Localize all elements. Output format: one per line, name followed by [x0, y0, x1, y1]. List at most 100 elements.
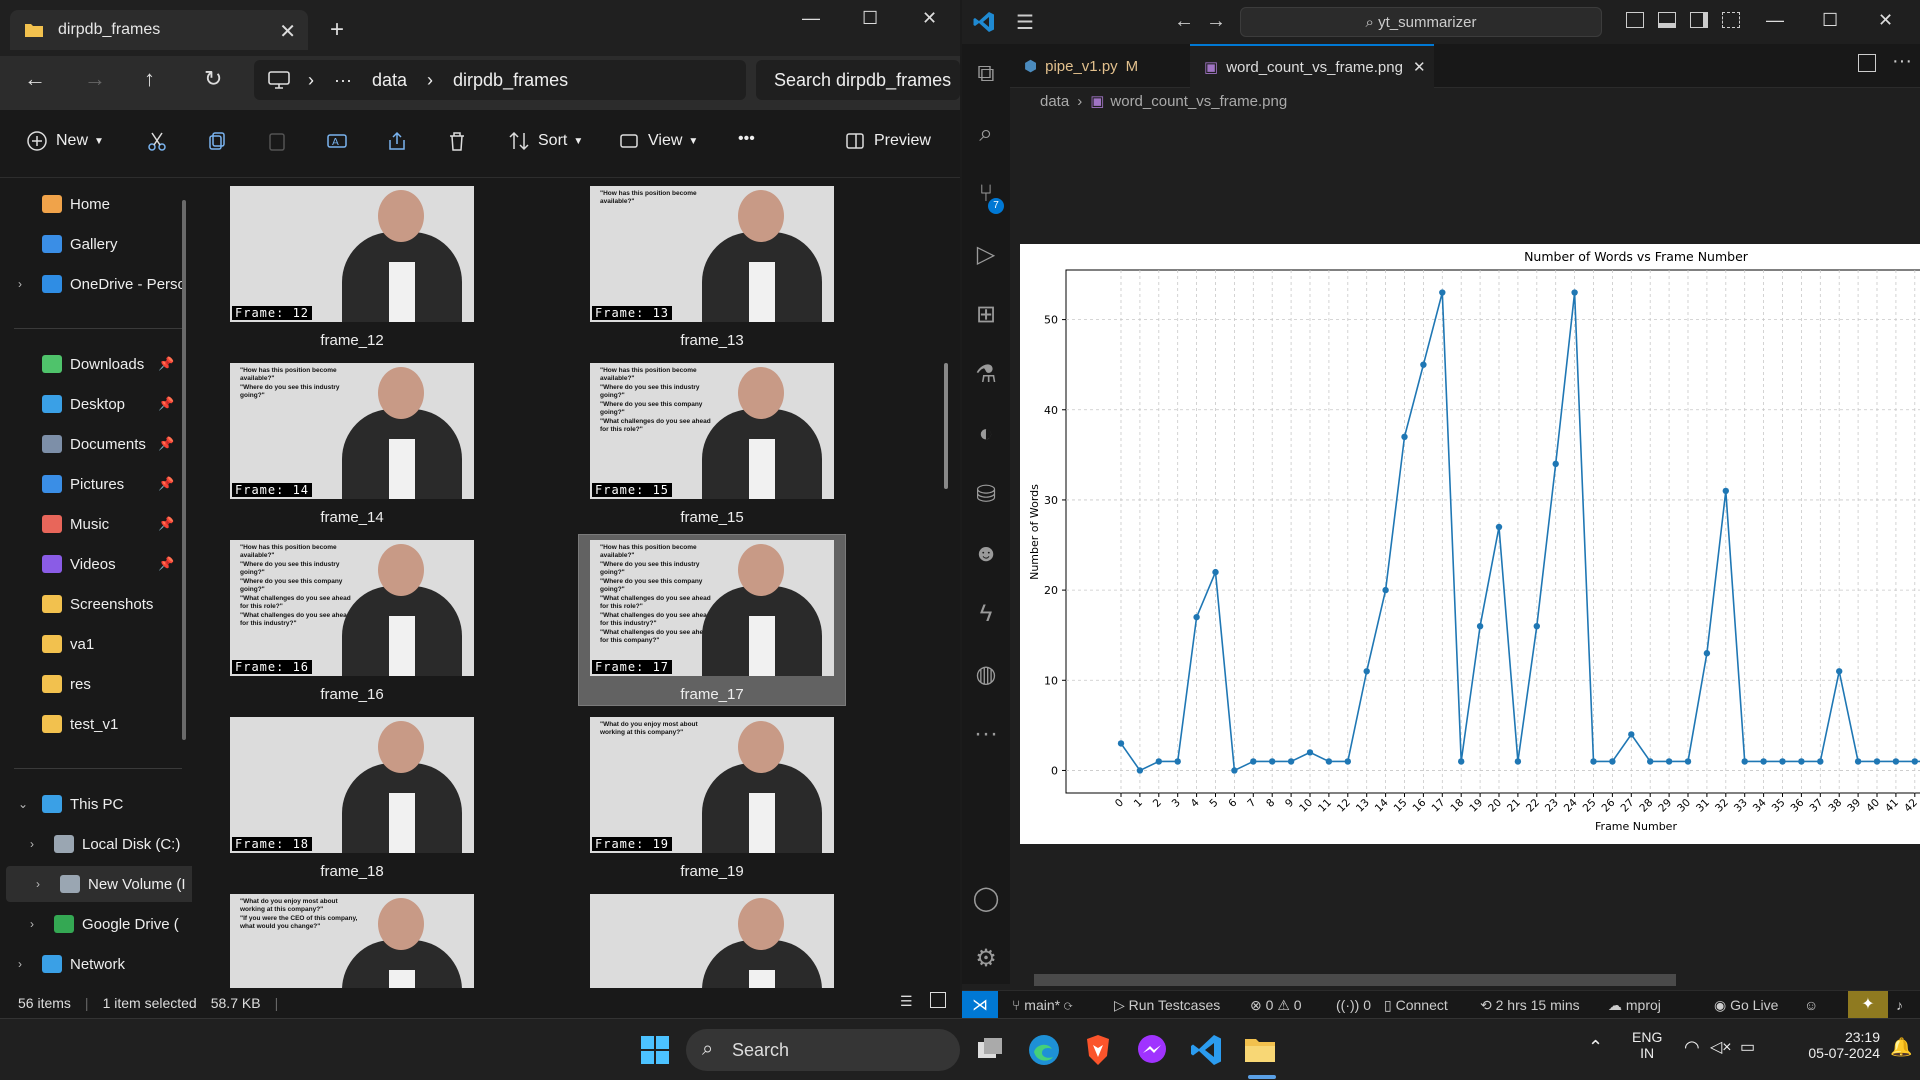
file-name[interactable]: frame_19 [590, 863, 834, 880]
customize-layout-icon[interactable] [1722, 12, 1740, 28]
copilot-icon[interactable]: ☺ [1804, 997, 1818, 1013]
breadcrumb-dirpdb-frames[interactable]: dirpdb_frames [453, 70, 568, 91]
close-tab-icon[interactable]: ✕ [1413, 58, 1426, 76]
chevron-right-icon[interactable]: › [18, 277, 22, 291]
remote-explorer-icon[interactable]: ◐ [972, 420, 1000, 448]
project-status[interactable]: ☁ mproj [1608, 997, 1661, 1014]
sidebar-item-onedrive-perso[interactable]: › OneDrive - Perso [0, 266, 190, 302]
back-button[interactable]: ← [24, 66, 46, 92]
explorer-tab[interactable]: dirpdb_frames ✕ [10, 10, 308, 50]
sidebar-item-network[interactable]: › Network [0, 946, 190, 982]
sidebar-item-test-v1[interactable]: test_v1 [0, 706, 190, 742]
thumbnail-frame_15[interactable]: "How has this position become available?… [590, 363, 834, 499]
file-name[interactable]: frame_16 [230, 686, 474, 703]
file-name[interactable]: frame_15 [590, 509, 834, 526]
sidebar-item-new-volume-i[interactable]: › New Volume (I [6, 866, 192, 902]
share-button[interactable] [386, 130, 408, 152]
globe-icon[interactable]: ◍ [972, 660, 1000, 688]
search-input[interactable]: Search dirpdb_frames [756, 60, 960, 100]
chevron-down-icon[interactable]: ⌄ [18, 797, 28, 811]
sparkle-icon[interactable]: ✦ [1848, 991, 1888, 1018]
sidebar-item-va1[interactable]: va1 [0, 626, 190, 662]
chevron-right-icon[interactable]: › [18, 957, 22, 971]
chevron-up-icon[interactable]: ⌃ [1588, 1037, 1603, 1058]
sidebar-item-local-disk-c[interactable]: › Local Disk (C:) [0, 826, 190, 862]
chevron-right-icon[interactable]: › [36, 877, 40, 891]
thumbnail-frame_17[interactable]: "How has this position become available?… [590, 540, 834, 676]
sidebar-item-music[interactable]: Music 📌 [0, 506, 190, 542]
language-indicator[interactable]: ENG IN [1632, 1029, 1662, 1061]
delete-button[interactable] [446, 130, 468, 152]
refresh-button[interactable]: ↻ [204, 66, 222, 92]
file-name[interactable]: frame_18 [230, 863, 474, 880]
settings-gear-icon[interactable]: ⚙ [972, 944, 1000, 972]
file-explorer-taskbar-icon[interactable] [1242, 1032, 1278, 1068]
close-window-button[interactable]: ✕ [1878, 10, 1893, 31]
new-button[interactable]: New ▼ [26, 130, 104, 152]
run-debug-icon[interactable]: ▷ [972, 240, 1000, 268]
view-button[interactable]: View ▼ [618, 130, 698, 152]
sidebar-item-screenshots[interactable]: Screenshots [0, 586, 190, 622]
volume-muted-icon[interactable]: ◁× [1710, 1037, 1732, 1057]
windows-start-icon[interactable] [640, 1035, 670, 1065]
thumbnail-frame_20[interactable]: "What do you enjoy most about working at… [230, 894, 474, 988]
edge-icon[interactable] [1026, 1032, 1062, 1068]
editor-horizontal-scrollbar[interactable] [1034, 974, 1676, 986]
tab-pipe-v1[interactable]: ⬢ pipe_v1.py M [1010, 44, 1190, 88]
lightning-icon[interactable]: ϟ [972, 600, 1000, 628]
go-live-button[interactable]: ◉ Go Live [1714, 997, 1778, 1014]
sidebar-item-videos[interactable]: Videos 📌 [0, 546, 190, 582]
notification-bell-icon[interactable]: 🔔 [1890, 1037, 1912, 1058]
back-button[interactable]: ← [1174, 10, 1194, 33]
account-icon[interactable]: ◯ [972, 884, 1000, 912]
breadcrumb-file[interactable]: word_count_vs_frame.png [1110, 93, 1287, 110]
sidebar-item-gallery[interactable]: Gallery [0, 226, 190, 262]
details-view-icon[interactable]: ☰ [900, 993, 913, 1010]
github-icon[interactable]: ☻ [972, 540, 1000, 568]
cut-button[interactable] [146, 130, 168, 152]
preview-button[interactable]: Preview [844, 130, 931, 152]
sidebar-item-res[interactable]: res [0, 666, 190, 702]
task-view-icon[interactable] [972, 1032, 1008, 1068]
branch-status[interactable]: ⑂ main* ⟳ [1012, 997, 1072, 1013]
sidebar-item-home[interactable]: Home [0, 186, 190, 222]
tab-word-count-image[interactable]: ▣ word_count_vs_frame.png ✕ [1190, 44, 1434, 88]
notifications-icon[interactable]: ♪ [1896, 997, 1903, 1013]
testing-icon[interactable]: ⚗ [972, 360, 1000, 388]
maximize-button[interactable]: ☐ [862, 8, 878, 29]
new-tab-button[interactable]: + [330, 16, 344, 44]
chevron-right-icon[interactable]: › [30, 917, 34, 931]
copy-button[interactable] [206, 130, 228, 152]
more-actions-icon[interactable]: ··· [1892, 50, 1912, 73]
forward-button[interactable]: → [1206, 10, 1226, 33]
remote-indicator[interactable]: ⋊ [962, 991, 998, 1018]
problems-status[interactable]: ⊗ 0 ⚠ 0 [1250, 997, 1302, 1014]
thumbnail-frame_18[interactable]: Frame: 18 [230, 717, 474, 853]
thumbnail-frame_14[interactable]: "How has this position become available?… [230, 363, 474, 499]
more-icon[interactable]: ··· [972, 720, 1000, 748]
more-options-button[interactable]: ••• [738, 130, 755, 148]
command-center[interactable]: ⌕ yt_summarizer [1240, 7, 1602, 37]
rename-button[interactable]: A [326, 130, 348, 152]
tiles-view-icon[interactable] [930, 992, 946, 1008]
file-name[interactable]: frame_13 [590, 332, 834, 349]
sidebar-item-documents[interactable]: Documents 📌 [0, 426, 190, 462]
run-testcases-button[interactable]: ▷ Run Testcases [1114, 997, 1220, 1014]
file-name[interactable]: frame_12 [230, 332, 474, 349]
database-icon[interactable]: ⛁ [972, 480, 1000, 508]
files-icon[interactable]: ⧉ [972, 60, 1000, 88]
taskbar-search[interactable]: ⌕ Search [686, 1029, 960, 1071]
clock[interactable]: 23:19 05-07-2024 [1790, 1029, 1880, 1061]
breadcrumb-ellipsis[interactable]: ··· [334, 70, 352, 91]
sidebar-item-desktop[interactable]: Desktop 📌 [0, 386, 190, 422]
breadcrumb-data[interactable]: data [372, 70, 407, 91]
battery-icon[interactable]: ▭ [1740, 1037, 1755, 1057]
breadcrumb-data[interactable]: data [1040, 93, 1069, 110]
thumbnail-frame_21[interactable] [590, 894, 834, 988]
minimize-button[interactable]: — [802, 8, 820, 29]
close-tab-icon[interactable]: ✕ [279, 19, 296, 44]
brave-icon[interactable] [1080, 1032, 1116, 1068]
thumbnail-frame_19[interactable]: "What do you enjoy most about working at… [590, 717, 834, 853]
thumbnail-frame_12[interactable]: Frame: 12 [230, 186, 474, 322]
sidebar-item-this-pc[interactable]: ⌄ This PC [0, 786, 190, 822]
